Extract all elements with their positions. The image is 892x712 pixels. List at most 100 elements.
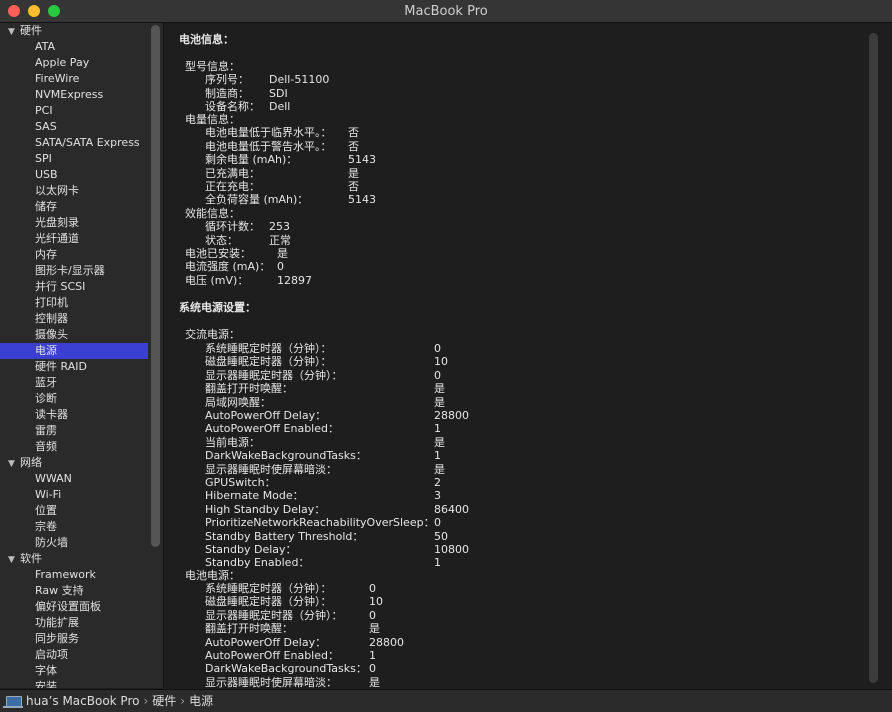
- sidebar-item[interactable]: 启动项: [0, 647, 148, 663]
- sidebar-item[interactable]: SAS: [0, 119, 148, 135]
- sidebar-item-label: Wi-Fi: [35, 488, 62, 501]
- ac-setting-label: 当前电源：: [205, 436, 260, 449]
- sidebar-item[interactable]: SATA/SATA Express: [0, 135, 148, 151]
- battery-installed-value: 是: [277, 247, 288, 260]
- detail-scrollbar[interactable]: [869, 33, 878, 683]
- ac-setting-value: 1: [434, 449, 441, 462]
- sidebar-item[interactable]: 宗卷: [0, 519, 148, 535]
- sidebar-item[interactable]: SPI: [0, 151, 148, 167]
- ac-setting-value: 28800: [434, 409, 469, 422]
- ac-setting-value: 1: [434, 422, 441, 435]
- sidebar-item[interactable]: WWAN: [0, 471, 148, 487]
- sidebar-item[interactable]: 字体: [0, 663, 148, 679]
- condition-value: 正常: [269, 234, 291, 247]
- ac-setting-label: GPUSwitch：: [205, 476, 276, 489]
- ac-setting-value: 1: [434, 556, 441, 569]
- sidebar-item[interactable]: Wi-Fi: [0, 487, 148, 503]
- sidebar-item[interactable]: 安装: [0, 679, 148, 688]
- sidebar-item[interactable]: USB: [0, 167, 148, 183]
- sidebar-item-label: 光盘刻录: [35, 216, 79, 229]
- sidebar-item-label: 防火墙: [35, 536, 68, 549]
- sidebar-item[interactable]: PCI: [0, 103, 148, 119]
- battery-setting-label: 磁盘睡眠定时器（分钟）：: [205, 595, 332, 608]
- ac-setting-label: 翻盖打开时唤醒：: [205, 382, 293, 395]
- sidebar-item[interactable]: 并行 SCSI: [0, 279, 148, 295]
- sidebar-item[interactable]: 音频: [0, 439, 148, 455]
- ac-setting-label: Standby Delay：: [205, 543, 297, 556]
- sidebar-item[interactable]: 以太网卡: [0, 183, 148, 199]
- sidebar-item-label: 打印机: [35, 296, 68, 309]
- sidebar-group[interactable]: ▼ 网络: [0, 455, 156, 471]
- ac-setting-label: 磁盘睡眠定时器（分钟）：: [205, 355, 332, 368]
- ac-setting-value: 0: [434, 342, 441, 355]
- sidebar-item-label: SATA/SATA Express: [35, 136, 140, 149]
- cycle-count-value: 253: [269, 220, 290, 233]
- battery-setting-label: AutoPowerOff Delay：: [205, 636, 327, 649]
- breadcrumb-separator: ›: [180, 694, 186, 708]
- sidebar-item[interactable]: 电源: [0, 343, 148, 359]
- remaining-capacity-label: 剩余电量 (mAh)：: [205, 153, 298, 166]
- battery-setting-value: 是: [369, 676, 380, 688]
- serial-label: 序列号：: [205, 73, 249, 86]
- sidebar-item[interactable]: 内存: [0, 247, 148, 263]
- sidebar-item[interactable]: 摄像头: [0, 327, 148, 343]
- sidebar-group[interactable]: ▼ 软件: [0, 551, 156, 567]
- sidebar-item[interactable]: 储存: [0, 199, 148, 215]
- sidebar-item[interactable]: Raw 支持: [0, 583, 148, 599]
- full-capacity-label: 全负荷容量 (mAh)：: [205, 193, 309, 206]
- ac-setting-value: 是: [434, 436, 445, 449]
- sidebar-item-label: SAS: [35, 120, 57, 133]
- disclosure-triangle-icon[interactable]: ▼: [8, 456, 20, 472]
- sidebar-item[interactable]: Framework: [0, 567, 148, 583]
- sidebar-item-label: 内存: [35, 248, 57, 261]
- sidebar-item[interactable]: 图形卡/显示器: [0, 263, 148, 279]
- sidebar-item[interactable]: 雷雳: [0, 423, 148, 439]
- sidebar-item[interactable]: 诊断: [0, 391, 148, 407]
- sidebar-item[interactable]: 同步服务: [0, 631, 148, 647]
- battery-setting-label: 翻盖打开时唤醒：: [205, 622, 293, 635]
- battery-setting-label: DarkWakeBackgroundTasks：: [205, 662, 367, 675]
- sidebar-item[interactable]: 功能扩展: [0, 615, 148, 631]
- device-name-value: Dell: [269, 100, 291, 113]
- sidebar-item[interactable]: 偏好设置面板: [0, 599, 148, 615]
- breadcrumb-machine[interactable]: hua’s MacBook Pro: [26, 694, 139, 708]
- battery-setting-value: 0: [369, 609, 376, 622]
- sidebar-item[interactable]: FireWire: [0, 71, 148, 87]
- sidebar-item-label: 电源: [35, 344, 57, 357]
- sidebar-item[interactable]: 蓝牙: [0, 375, 148, 391]
- breadcrumb-section[interactable]: 硬件: [152, 694, 176, 708]
- sidebar-item[interactable]: 光纤通道: [0, 231, 148, 247]
- battery-setting-value: 28800: [369, 636, 404, 649]
- sidebar-item-label: 雷雳: [35, 424, 57, 437]
- voltage-value: 12897: [277, 274, 312, 287]
- sidebar-item[interactable]: ATA: [0, 39, 148, 55]
- amperage-label: 电流强度 (mA)：: [185, 260, 271, 273]
- sidebar-item[interactable]: 位置: [0, 503, 148, 519]
- below-critical-value: 否: [348, 126, 359, 139]
- ac-setting-label: 显示器睡眠时使屏幕暗淡：: [205, 463, 337, 476]
- sidebar-item[interactable]: 读卡器: [0, 407, 148, 423]
- sidebar-item-label: 宗卷: [35, 520, 57, 533]
- sidebar-item[interactable]: 光盘刻录: [0, 215, 148, 231]
- sidebar-item-label: 启动项: [35, 648, 68, 661]
- fully-charged-label: 已充满电：: [205, 167, 260, 180]
- sidebar-item-label: USB: [35, 168, 58, 181]
- sidebar-item[interactable]: Apple Pay: [0, 55, 148, 71]
- disclosure-triangle-icon[interactable]: ▼: [8, 552, 20, 568]
- battery-setting-value: 是: [369, 622, 380, 635]
- sidebar-item-label: 硬件: [20, 24, 42, 37]
- system-information-window: MacBook Pro ▼ 硬件 ATA Apple Pay FireWire NVMEx…: [0, 0, 892, 712]
- sidebar-item[interactable]: 控制器: [0, 311, 148, 327]
- sidebar-item[interactable]: 硬件 RAID: [0, 359, 148, 375]
- sidebar-item[interactable]: 防火墙: [0, 535, 148, 551]
- sidebar-item[interactable]: 打印机: [0, 295, 148, 311]
- breadcrumb-item[interactable]: 电源: [189, 694, 213, 708]
- ac-setting-value: 是: [434, 396, 445, 409]
- sidebar-item-label: 位置: [35, 504, 57, 517]
- disclosure-triangle-icon[interactable]: ▼: [8, 24, 20, 40]
- sidebar-item[interactable]: NVMExpress: [0, 87, 148, 103]
- sidebar-group[interactable]: ▼ 硬件: [0, 23, 156, 39]
- sidebar: ▼ 硬件 ATA Apple Pay FireWire NVMExpress PCI SAS S…: [0, 23, 164, 688]
- battery-setting-label: AutoPowerOff Enabled：: [205, 649, 339, 662]
- ac-setting-value: 2: [434, 476, 441, 489]
